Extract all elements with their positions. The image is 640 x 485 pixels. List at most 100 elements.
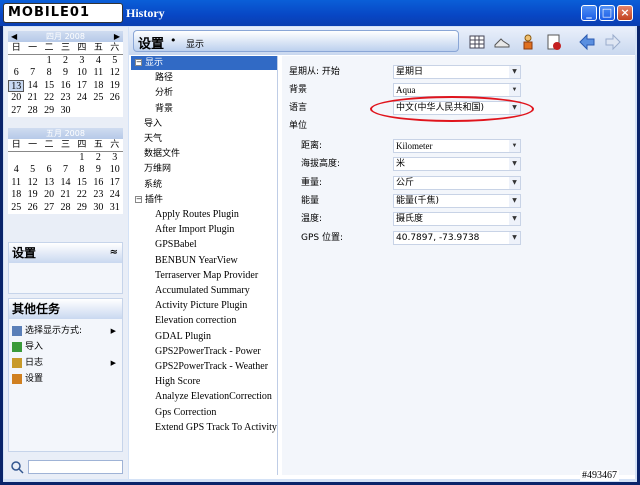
tree-node[interactable]: Elevation correction [131,314,236,328]
calendar-day[interactable]: 27 [8,105,24,118]
calendar-day[interactable]: 12 [24,177,40,190]
tree-node[interactable]: Terraserver Map Provider [131,269,258,283]
unit-select[interactable]: 公斤 ▼ [393,175,521,190]
athlete-icon[interactable] [519,33,537,51]
unit-select[interactable]: 40.7897, -73.9738 ▼ [393,230,521,245]
calendar-day[interactable]: 10 [107,164,123,177]
tree-node[interactable]: 路径 [131,71,173,85]
calendar-day[interactable]: 6 [41,164,57,177]
calendar-day[interactable]: 30 [90,202,106,215]
calendar-day[interactable]: 7 [57,164,73,177]
calendar-day[interactable]: 4 [90,55,106,68]
tree-node[interactable]: GPS2PowerTrack - Weather [131,360,268,374]
calendar-day[interactable]: 16 [57,80,73,93]
calendar-day[interactable]: 13 [8,79,25,92]
calendar-day[interactable]: 26 [107,92,123,105]
calendar-april[interactable]: ◀ 四月 2008 ▶ 日一二三四五六 1 2 3 4 5 6 7 8 9 10 11 12 13 14 15… [8,31,123,117]
calendar-day[interactable]: 17 [107,177,123,190]
tree-node[interactable]: 天气 [131,132,162,146]
calendar-day[interactable]: 3 [107,152,123,165]
calendar-day[interactable]: 15 [74,177,90,190]
task-item[interactable]: 日志 ▶ [9,355,122,371]
calendar-day[interactable]: 3 [74,55,90,68]
calendar-day[interactable]: 1 [74,152,90,165]
tree-node[interactable]: 分析 [131,86,173,100]
calendar-day[interactable]: 19 [107,80,123,93]
tree-node[interactable]: GPSBabel [131,238,197,252]
calendar-day[interactable]: 10 [74,67,90,80]
calendar-day[interactable]: 11 [90,67,106,80]
tree-node[interactable]: BENBUN YearView [131,254,238,268]
calendar-day[interactable]: 20 [8,92,24,105]
search-input[interactable] [28,460,123,474]
title-bar[interactable]: MOBILE01 History _ □ × [0,0,640,26]
calendar-day[interactable]: 29 [74,202,90,215]
collapse-toggle-icon[interactable]: − [135,195,142,203]
tree-node[interactable]: 系统 [131,178,162,192]
unit-select[interactable]: 米 ▼ [393,157,521,172]
tree-node[interactable]: 万维网 [131,162,171,176]
task-item[interactable]: 设置 [9,371,122,387]
calendar-day[interactable]: 9 [90,164,106,177]
calendar-day[interactable]: 17 [74,80,90,93]
calendar-day[interactable]: 4 [8,164,24,177]
tree-node[interactable]: Extend GPS Track To Activity [131,421,277,435]
calendar-day[interactable]: 7 [24,67,40,80]
calendar-day[interactable]: 2 [90,152,106,165]
calendar-day[interactable]: 24 [74,92,90,105]
tree-node[interactable]: Apply Routes Plugin [131,208,239,222]
tree-node[interactable]: Accumulated Summary [131,284,250,298]
collapse-icon[interactable]: ≈ [110,243,118,263]
calendar-day[interactable]: 21 [24,92,40,105]
calendar-day[interactable]: 13 [41,177,57,190]
task-item[interactable]: 导入 [9,339,122,355]
calendar-day[interactable]: 11 [8,177,24,190]
back-arrow-icon[interactable] [578,33,596,51]
unit-select[interactable]: Kilometer ▼ [393,139,521,153]
tree-node[interactable]: High Score [131,375,200,389]
tree-node[interactable]: Activity Picture Plugin [131,299,247,313]
settings-panel-header[interactable]: 设置 ≈ [9,243,122,263]
calendar-day[interactable]: 18 [90,80,106,93]
calendar-day[interactable]: 18 [8,189,24,202]
calendar-day[interactable]: 12 [107,67,123,80]
calendar-day[interactable]: 28 [24,105,40,118]
prev-month-icon[interactable]: ◀ [11,31,17,42]
calendar-day[interactable]: 16 [90,177,106,190]
next-month-icon[interactable]: ▶ [114,31,120,42]
calendar-day[interactable]: 22 [41,92,57,105]
calendar-day[interactable]: 5 [107,55,123,68]
tree-node[interactable]: GDAL Plugin [131,330,211,344]
tree-node[interactable]: Gps Correction [131,406,216,420]
shoes-icon[interactable] [493,33,511,51]
calendar-day[interactable]: 14 [57,177,73,190]
calendar-day[interactable]: 19 [24,189,40,202]
calendar-day[interactable]: 8 [41,67,57,80]
tree-node[interactable]: 数据文件 [131,147,180,161]
task-item[interactable]: 选择显示方式: ▶ [9,323,122,339]
unit-select[interactable]: 能量(千焦) ▼ [393,193,521,208]
calendar-day[interactable]: 30 [57,105,73,118]
forward-arrow-icon[interactable] [604,33,622,51]
calendar-may[interactable]: 五月 2008 日一二三四五六 1 2 3 4 5 6 7 8 9 10 11 12 13 14 15 16 17… [8,128,123,214]
calendar-day[interactable]: 23 [57,92,73,105]
calendar-day[interactable]: 2 [57,55,73,68]
calendar-day[interactable]: 24 [107,189,123,202]
calendar-day[interactable]: 20 [41,189,57,202]
tree-node[interactable]: GPS2PowerTrack - Power [131,345,261,359]
calendar-day[interactable]: 22 [74,189,90,202]
week-start-select[interactable]: 星期日 ▼ [393,65,521,79]
calendar-day[interactable]: 31 [107,202,123,215]
unit-select[interactable]: 摄氏度 ▼ [393,212,521,227]
calendar-day[interactable]: 14 [24,80,40,93]
background-select[interactable]: Aqua ▼ [393,83,521,97]
calendar-day[interactable]: 28 [57,202,73,215]
logbook-icon[interactable] [545,33,563,51]
calendar-view-icon[interactable] [468,33,486,51]
calendar-day[interactable]: 8 [74,164,90,177]
calendar-day[interactable]: 6 [8,67,24,80]
calendar-day[interactable]: 27 [41,202,57,215]
calendar-day[interactable]: 25 [90,92,106,105]
calendar-day[interactable]: 5 [24,164,40,177]
calendar-day[interactable]: 23 [90,189,106,202]
